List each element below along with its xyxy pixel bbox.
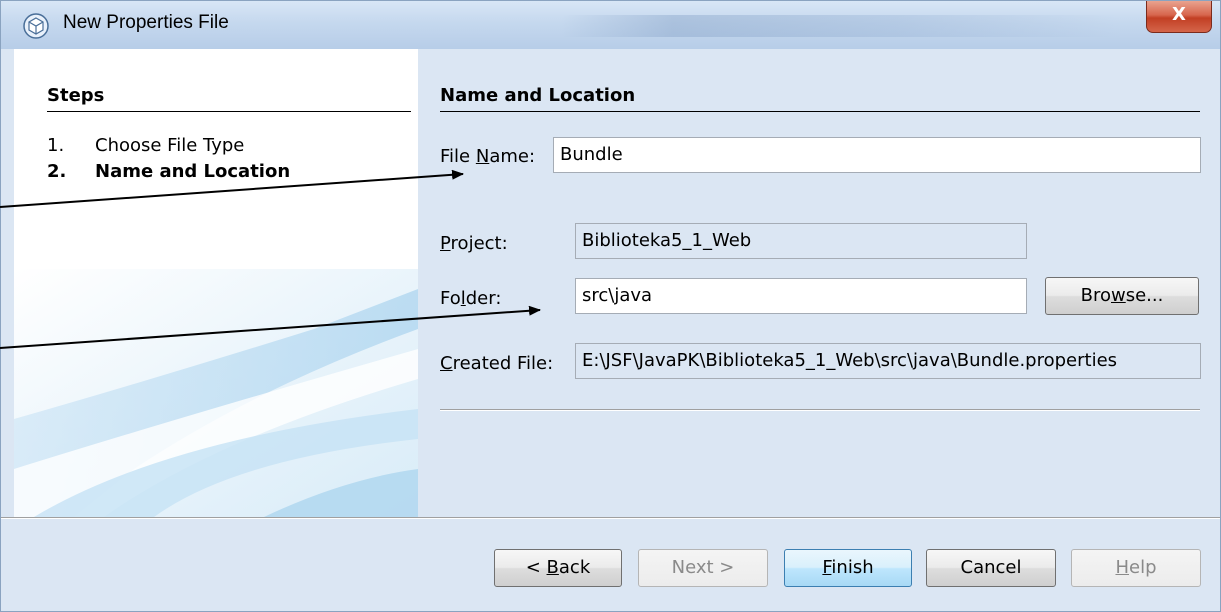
steps-heading: Steps — [47, 85, 105, 106]
title-bar-background-blur — [561, 15, 1121, 37]
new-properties-file-dialog: New Properties File X Steps 1. Choose Fi… — [0, 0, 1221, 612]
window-title: New Properties File — [63, 12, 229, 33]
file-name-label: File Name: — [440, 146, 536, 167]
close-button[interactable]: X — [1146, 1, 1212, 33]
steps-divider — [47, 111, 411, 112]
finish-button[interactable]: Finish — [784, 549, 912, 587]
step-label: Choose File Type — [95, 135, 245, 156]
step-item-choose-file-type: 1. Choose File Type — [47, 135, 244, 156]
file-name-input[interactable]: Bundle — [553, 137, 1201, 173]
section-divider — [440, 111, 1200, 112]
step-item-name-and-location: 2. Name and Location — [47, 161, 290, 182]
folder-label: Folder: — [440, 288, 502, 309]
step-label: Name and Location — [95, 161, 291, 182]
back-button[interactable]: < Back — [494, 549, 622, 587]
steps-panel: Steps 1. Choose File Type 2. Name and Loca… — [14, 49, 418, 517]
footer-divider — [1, 517, 1220, 519]
project-field: Biblioteka5_1_Web — [575, 223, 1027, 259]
created-file-field: E:\JSF\JavaPK\Biblioteka5_1_Web\src\java… — [575, 343, 1201, 379]
cancel-button[interactable]: Cancel — [926, 549, 1056, 587]
decorative-swoosh-image — [14, 269, 418, 517]
step-number: 1. — [47, 135, 65, 156]
name-and-location-panel: Name and Location File Name: Bundle Proj… — [418, 49, 1220, 517]
form-separator — [440, 409, 1200, 411]
next-button: Next > — [638, 549, 768, 587]
section-heading: Name and Location — [440, 85, 636, 106]
help-button: Help — [1071, 549, 1201, 587]
project-label: Project: — [440, 233, 508, 254]
created-file-label: Created File: — [440, 353, 554, 374]
netbeans-cube-icon — [23, 13, 49, 39]
step-number: 2. — [47, 161, 67, 182]
browse-button[interactable]: Browse... — [1045, 277, 1199, 315]
title-bar[interactable]: New Properties File X — [1, 1, 1220, 49]
folder-input[interactable]: src\java — [575, 278, 1027, 314]
